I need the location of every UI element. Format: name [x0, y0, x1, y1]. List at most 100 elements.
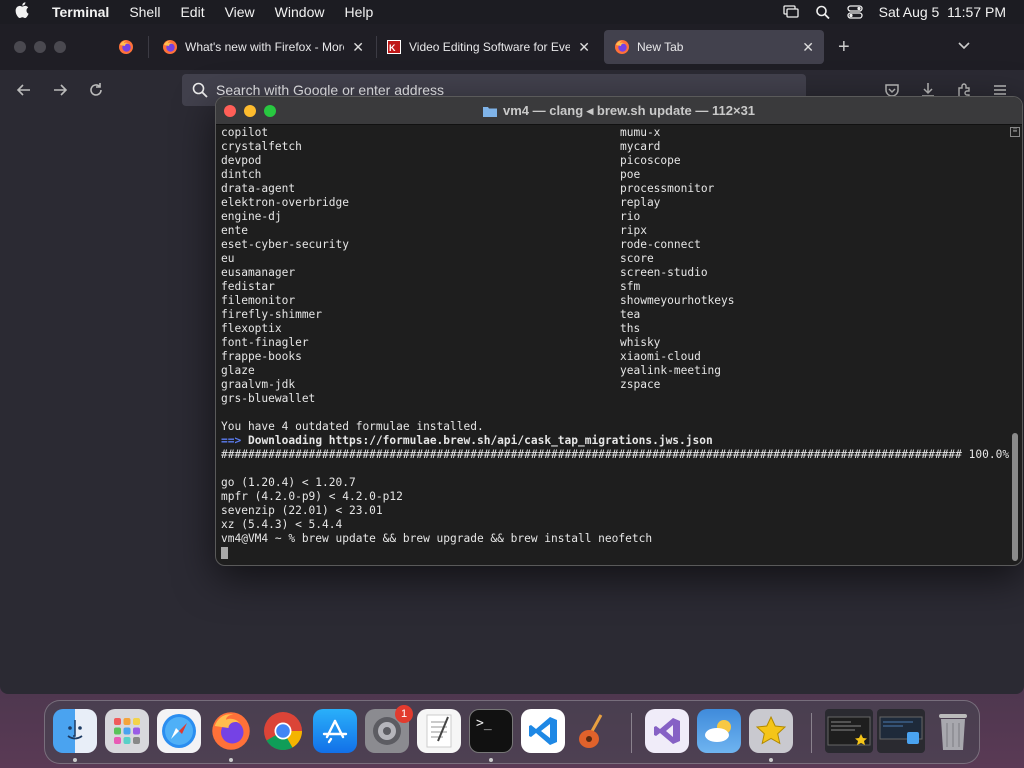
firefox-pinned-tab-icon[interactable]	[118, 39, 134, 55]
control-center-icon[interactable]	[846, 5, 863, 19]
cask-list-item: flexoptix	[221, 322, 282, 335]
textedit-icon[interactable]	[417, 709, 461, 753]
menu-shell[interactable]: Shell	[119, 4, 170, 20]
cask-list-item: whisky	[620, 336, 661, 349]
progress-percent: 100.0%	[968, 448, 1010, 461]
tab-title: What's new with Firefox - More	[185, 40, 345, 54]
dock: 1 >_	[44, 700, 980, 764]
tab-close-icon[interactable]: ✕	[578, 39, 590, 56]
terminal-dock-icon[interactable]: >_	[469, 709, 513, 753]
tab-separator	[148, 36, 149, 58]
cask-list-item: showmeyourhotkeys	[620, 294, 735, 307]
cask-list-item: ente	[221, 224, 248, 237]
zoom-icon[interactable]	[54, 41, 66, 53]
cask-list-item: picoscope	[620, 154, 681, 167]
minimized-window-thumbnail[interactable]	[877, 709, 925, 753]
forward-arrow-icon[interactable]	[50, 80, 70, 100]
menu-app-name[interactable]: Terminal	[44, 4, 119, 20]
close-icon[interactable]	[224, 105, 236, 117]
outdated-message: You have 4 outdated formulae installed.	[221, 420, 484, 433]
download-message: Downloading https://formulae.brew.sh/api…	[247, 434, 713, 447]
running-indicator	[73, 758, 77, 762]
cask-list: copilot crystalfetch devpod dintch drata-age…	[221, 126, 1022, 406]
cask-list-item: eusamanager	[221, 266, 296, 279]
terminal-title-bar[interactable]: vm4 — clang ◂ brew.sh update — 112×31	[216, 97, 1022, 125]
outdated-formula-line: go (1.20.4) < 1.20.7	[221, 476, 356, 489]
reeder-star-icon[interactable]	[749, 709, 793, 753]
outdated-formula-line: mpfr (4.2.0-p9) < 4.2.0-p12	[221, 490, 403, 503]
cask-list-item: screen-studio	[620, 266, 708, 279]
back-arrow-icon[interactable]	[14, 80, 34, 100]
cask-list-item: score	[620, 252, 654, 265]
vscode-icon[interactable]	[521, 709, 565, 753]
cask-list-item: copilot	[221, 126, 269, 139]
trash-icon[interactable]	[931, 709, 975, 753]
outdated-formula-line: xz (5.4.3) < 5.4.4	[221, 518, 343, 531]
tab-close-icon[interactable]: ✕	[352, 39, 364, 56]
system-settings-icon[interactable]: 1	[365, 705, 413, 753]
terminal-scrollbar[interactable]: ≡	[1010, 127, 1020, 563]
tab-close-icon[interactable]: ✕	[802, 39, 814, 56]
finder-icon[interactable]	[53, 709, 97, 753]
visual-studio-icon[interactable]	[645, 709, 689, 753]
running-indicator	[229, 758, 233, 762]
cask-list-item: tea	[620, 308, 641, 321]
cask-list-item: dintch	[221, 168, 262, 181]
list-all-tabs-chevron-icon[interactable]	[956, 38, 972, 54]
firefox-favicon-icon	[615, 40, 629, 54]
menubar-clock[interactable]: Sat Aug 5 11:57 PM	[879, 4, 1006, 20]
firefox-dock-icon[interactable]	[209, 709, 253, 753]
reload-icon[interactable]	[86, 80, 106, 100]
tab-new-tab[interactable]: New Tab ✕	[604, 30, 824, 64]
cask-list-item: fedistar	[221, 280, 275, 293]
app-store-icon[interactable]	[313, 709, 357, 753]
close-icon[interactable]	[14, 41, 26, 53]
new-tab-plus-icon[interactable]: +	[838, 36, 850, 59]
menu-bar: Terminal Shell Edit View Window Help Sat…	[0, 0, 1024, 24]
cask-list-item: ths	[620, 322, 641, 335]
menu-edit[interactable]: Edit	[170, 4, 214, 20]
cask-list-item: processmonitor	[620, 182, 715, 195]
minimized-window-thumbnail[interactable]	[825, 709, 873, 753]
tab-whats-new-firefox[interactable]: What's new with Firefox - More ✕	[152, 30, 374, 64]
cask-list-item: eset-cyber-security	[221, 238, 349, 251]
scrollbar-thumb[interactable]	[1012, 433, 1018, 561]
terminal-output[interactable]: copilot crystalfetch devpod dintch drata-age…	[216, 125, 1022, 560]
terminal-window[interactable]: vm4 — clang ◂ brew.sh update — 112×31 co…	[215, 96, 1023, 566]
dock-separator	[631, 713, 632, 753]
firefox-favicon-icon	[163, 40, 177, 54]
cask-list-right-column: mumu-x mycard picoscope poe processmonitor re…	[620, 126, 1019, 406]
cask-list-item: graalvm-jdk	[221, 378, 296, 391]
menu-help[interactable]: Help	[334, 4, 383, 20]
cask-list-item: filemonitor	[221, 294, 296, 307]
terminal-cursor	[221, 547, 228, 559]
prompt-line: vm4@VM4 ~ % brew update && brew upgrade …	[221, 532, 653, 545]
terminal-window-controls	[224, 105, 276, 117]
tab-title: Video Editing Software for Every	[409, 40, 571, 54]
arrow-indicator: ==>	[221, 434, 242, 447]
download-line: ==> Downloading https://formulae.brew.sh…	[221, 434, 1022, 448]
menu-window[interactable]: Window	[265, 4, 335, 20]
cask-list-item: firefly-shimmer	[221, 308, 323, 321]
menu-view[interactable]: View	[215, 4, 265, 20]
garageband-icon[interactable]	[573, 709, 617, 753]
cask-list-item: devpod	[221, 154, 262, 167]
screen-mirroring-icon[interactable]	[782, 5, 799, 19]
weather-icon[interactable]	[697, 709, 741, 753]
spotlight-search-icon[interactable]	[815, 5, 831, 19]
dock-separator	[811, 713, 812, 753]
minimize-icon[interactable]	[34, 41, 46, 53]
firefox-tab-bar: What's new with Firefox - More ✕ K Video…	[0, 24, 1024, 70]
running-indicator	[769, 758, 773, 762]
apple-menu-icon[interactable]	[0, 2, 44, 22]
tab-video-editing[interactable]: K Video Editing Software for Every ✕	[376, 30, 600, 64]
cask-list-item: elektron-overbridge	[221, 196, 349, 209]
launchpad-icon[interactable]	[105, 709, 149, 753]
cask-list-item: xiaomi-cloud	[620, 350, 701, 363]
chrome-icon[interactable]	[261, 709, 305, 753]
minimize-icon[interactable]	[244, 105, 256, 117]
safari-icon[interactable]	[157, 709, 201, 753]
cask-list-item: rio	[620, 210, 641, 223]
video-editor-favicon-icon: K	[387, 40, 401, 54]
zoom-icon[interactable]	[264, 105, 276, 117]
